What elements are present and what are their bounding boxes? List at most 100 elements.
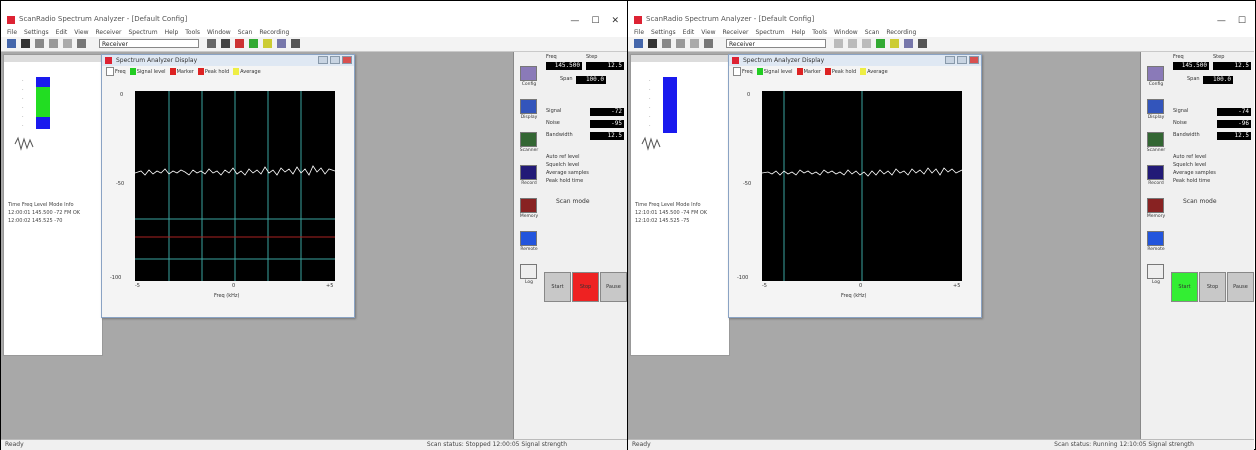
zoom-icon[interactable]	[277, 39, 286, 48]
settings-icon[interactable]	[634, 39, 643, 48]
close-button[interactable]	[342, 56, 352, 64]
stop-button[interactable]: Stop	[572, 272, 599, 302]
scanner-icon[interactable]	[520, 132, 537, 147]
play-icon[interactable]	[207, 39, 216, 48]
legend-item[interactable]: Freq	[733, 67, 753, 76]
freq-readout[interactable]: 145.500	[1173, 62, 1209, 70]
menu-help[interactable]: Help	[165, 29, 179, 36]
help-icon[interactable]	[918, 39, 927, 48]
print-icon[interactable]	[676, 39, 685, 48]
stop-button[interactable]: Stop	[1199, 272, 1226, 302]
legend-item[interactable]: Marker	[796, 68, 821, 75]
stop-icon[interactable]	[848, 39, 857, 48]
setting-checkbox-label[interactable]: Squelch level	[1173, 162, 1206, 168]
setting-checkbox-label[interactable]: Auto ref level	[1173, 154, 1206, 160]
maximize-button[interactable]	[957, 56, 967, 64]
scan-icon[interactable]	[249, 39, 258, 48]
save-icon[interactable]	[648, 39, 657, 48]
start-button[interactable]: Start	[1171, 272, 1198, 302]
help-icon[interactable]	[291, 39, 300, 48]
menu-receiver[interactable]: Receiver	[96, 29, 122, 36]
span-readout[interactable]: 100.0	[1203, 76, 1233, 84]
stop-icon[interactable]	[221, 39, 230, 48]
remote-icon[interactable]	[1147, 231, 1164, 246]
log-icon[interactable]	[1147, 264, 1164, 279]
maximize-button[interactable]: ☐	[1238, 16, 1246, 26]
menu-edit[interactable]: Edit	[683, 29, 695, 36]
span-readout[interactable]: 100.0	[576, 76, 606, 84]
pause-button[interactable]: Pause	[600, 272, 627, 302]
spectrum-plot[interactable]	[134, 91, 336, 281]
setting-checkbox-label[interactable]: Average samples	[1173, 170, 1216, 176]
menu-receiver[interactable]: Receiver	[723, 29, 749, 36]
legend-item[interactable]: Signal level	[756, 68, 793, 75]
spectrum-window-titlebar[interactable]: Spectrum Analyzer Display	[102, 55, 354, 66]
menu-edit[interactable]: Edit	[56, 29, 68, 36]
step-readout[interactable]: 12.5	[1213, 62, 1251, 70]
setting-checkbox-label[interactable]: Average samples	[546, 170, 589, 176]
menu-scan[interactable]: Scan	[238, 29, 253, 36]
copy-icon[interactable]	[704, 39, 713, 48]
menu-recording[interactable]: Recording	[259, 29, 289, 36]
close-button[interactable]: ✕	[611, 16, 619, 26]
receiver-select[interactable]: Receiver	[99, 39, 199, 48]
start-button[interactable]: Start	[544, 272, 571, 302]
log-icon[interactable]	[520, 264, 537, 279]
scanner-icon[interactable]	[1147, 132, 1164, 147]
remote-icon[interactable]	[520, 231, 537, 246]
legend-item[interactable]: Signal level	[129, 68, 166, 75]
save-icon[interactable]	[21, 39, 30, 48]
setting-checkbox-label[interactable]: Peak hold time	[1173, 178, 1210, 184]
setting-checkbox-label[interactable]: Peak hold time	[546, 178, 583, 184]
cut-icon[interactable]	[690, 39, 699, 48]
freq-readout[interactable]: 145.500	[546, 62, 582, 70]
menu-view[interactable]: View	[74, 29, 88, 36]
pause-button[interactable]: Pause	[1227, 272, 1254, 302]
legend-item[interactable]: Freq	[106, 67, 126, 76]
legend-item[interactable]: Average	[233, 68, 261, 75]
setting-checkbox-label[interactable]: Squelch level	[546, 162, 579, 168]
memory-icon[interactable]	[1147, 198, 1164, 213]
play-icon[interactable]	[834, 39, 843, 48]
spectrum-plot[interactable]	[761, 91, 963, 281]
print-icon[interactable]	[49, 39, 58, 48]
step-readout[interactable]: 12.5	[586, 62, 624, 70]
setting-checkbox-label[interactable]: Auto ref level	[546, 154, 579, 160]
menu-tools[interactable]: Tools	[812, 29, 827, 36]
menu-settings[interactable]: Settings	[24, 29, 49, 36]
minimize-button[interactable]	[945, 56, 955, 64]
config-icon[interactable]	[520, 66, 537, 81]
menu-view[interactable]: View	[701, 29, 715, 36]
open-icon[interactable]	[35, 39, 44, 48]
spectrum-window-titlebar[interactable]: Spectrum Analyzer Display	[729, 55, 981, 66]
legend-item[interactable]: Marker	[169, 68, 194, 75]
close-button[interactable]	[969, 56, 979, 64]
cut-icon[interactable]	[63, 39, 72, 48]
menu-help[interactable]: Help	[792, 29, 806, 36]
menu-recording[interactable]: Recording	[886, 29, 916, 36]
memory-icon[interactable]	[520, 198, 537, 213]
menu-scan[interactable]: Scan	[865, 29, 880, 36]
legend-item[interactable]: Peak hold	[824, 68, 856, 75]
record-icon[interactable]	[520, 165, 537, 180]
record-icon[interactable]	[862, 39, 871, 48]
menu-settings[interactable]: Settings	[651, 29, 676, 36]
maximize-button[interactable]	[330, 56, 340, 64]
open-icon[interactable]	[662, 39, 671, 48]
minimize-button[interactable]: —	[570, 16, 579, 26]
minimize-button[interactable]	[318, 56, 328, 64]
menu-file[interactable]: File	[634, 29, 644, 36]
legend-item[interactable]: Average	[860, 68, 888, 75]
legend-item[interactable]: Peak hold	[197, 68, 229, 75]
minimize-button[interactable]: —	[1217, 16, 1226, 26]
display-icon[interactable]	[1147, 99, 1164, 114]
bookmark-icon[interactable]	[263, 39, 272, 48]
menu-tools[interactable]: Tools	[185, 29, 200, 36]
display-icon[interactable]	[520, 99, 537, 114]
scan-icon[interactable]	[876, 39, 885, 48]
config-icon[interactable]	[1147, 66, 1164, 81]
menu-file[interactable]: File	[7, 29, 17, 36]
menu-spectrum[interactable]: Spectrum	[756, 29, 785, 36]
record-icon[interactable]	[235, 39, 244, 48]
bookmark-icon[interactable]	[890, 39, 899, 48]
